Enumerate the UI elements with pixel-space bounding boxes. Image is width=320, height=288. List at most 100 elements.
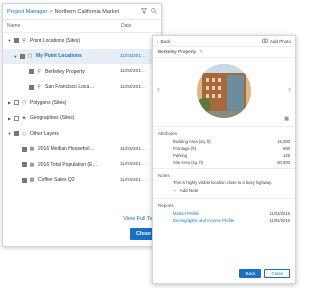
caret-right-icon[interactable]: ▶ bbox=[7, 116, 12, 121]
layer-checkbox[interactable] bbox=[14, 100, 19, 106]
tree-row-total-population[interactable]: ▦ 2016 Total Population (E… 11/03/201… •… bbox=[3, 157, 161, 173]
tree-row-label: Geographies (Sites) bbox=[30, 115, 75, 122]
geography-icon: ◈ bbox=[22, 115, 26, 122]
details-footer: Back Close bbox=[239, 269, 290, 278]
tree-row-label: Berkeley Property bbox=[45, 68, 85, 75]
map-layer-icon: ▦ bbox=[29, 146, 35, 153]
site-title-row: Berkeley Property ✎ bbox=[153, 47, 295, 58]
tree-row-date: 11/03/201… bbox=[120, 177, 146, 183]
attribute-row: Frontage (ft) 600 bbox=[153, 145, 295, 152]
layer-checkbox[interactable] bbox=[20, 53, 25, 59]
report-link[interactable]: Market Profile bbox=[173, 211, 199, 216]
attribute-value: 60,000 bbox=[277, 160, 290, 165]
add-photo-label: Add Photo bbox=[269, 38, 291, 44]
tree-row-coffee-sales[interactable]: ▦ Coffee Sales Q2 11/03/201… ••• bbox=[3, 173, 161, 189]
tree-row-label: San Francisco Loca… bbox=[45, 84, 95, 91]
report-row: Market Profile 11/03/2016 bbox=[153, 210, 295, 217]
layer-checkbox[interactable] bbox=[14, 131, 19, 137]
attribute-name: Parking bbox=[173, 153, 188, 158]
back-button[interactable]: Back bbox=[239, 269, 262, 278]
tree-row-polygons[interactable]: ▶ ⬠ Polygons (Sites) ••• bbox=[3, 95, 161, 111]
caret-down-icon[interactable]: ▼ bbox=[13, 54, 18, 59]
details-toolbar: ‹ Back Add Photo bbox=[153, 36, 295, 47]
tree-row-point-locations[interactable]: ▼ ⚲ Point Locations (Sites) ••• bbox=[3, 33, 161, 49]
breadcrumb-project-manager[interactable]: Project Manager bbox=[7, 9, 47, 15]
back-link[interactable]: ‹ Back bbox=[157, 39, 171, 44]
tree-row-geographies[interactable]: ▶ ◈ Geographies (Sites) ••• bbox=[3, 111, 161, 127]
breadcrumb-separator: > bbox=[49, 8, 53, 15]
tree-row-san-francisco[interactable]: ⚲ San Francisco Loca… 11/03/201… ••• bbox=[3, 80, 161, 96]
close-button[interactable]: Close bbox=[264, 269, 290, 278]
caret-right-icon[interactable]: ▶ bbox=[7, 100, 12, 105]
layer-tree: ▼ ⚲ Point Locations (Sites) ••• ▼ ▢ My P… bbox=[3, 33, 161, 188]
caret-down-icon[interactable]: ▼ bbox=[7, 38, 12, 43]
breadcrumb-current: Northern California Market bbox=[54, 8, 120, 15]
caret-down-icon[interactable]: ▼ bbox=[7, 131, 12, 136]
attributes-heading: Attributes bbox=[158, 131, 178, 136]
map-layer-icon: ▦ bbox=[29, 161, 35, 168]
tree-row-label: 2016 Total Population (E… bbox=[38, 161, 98, 168]
add-note-button[interactable]: + Add Note bbox=[153, 186, 295, 196]
tree-row-label: Other Layers bbox=[30, 130, 59, 137]
site-photo bbox=[197, 64, 251, 118]
filter-icon[interactable] bbox=[141, 7, 147, 16]
attribute-value: 15,000 bbox=[277, 139, 290, 144]
tree-row-my-point-locations[interactable]: ▼ ▢ My Point Locations 11/03/201… ••• bbox=[3, 48, 161, 64]
site-title: Berkeley Property bbox=[158, 49, 197, 55]
tree-row-other-layers[interactable]: ▼ ◇ Other Layers ••• bbox=[3, 126, 161, 142]
pin-icon: ⚲ bbox=[22, 37, 26, 44]
folder-icon: ▢ bbox=[27, 53, 33, 60]
tree-row-date: 11/03/201… bbox=[120, 162, 146, 168]
site-details-panel: ‹ Back Add Photo Berkeley Property ✎ ‹ ›… bbox=[152, 35, 296, 284]
notes-heading: Notes bbox=[158, 173, 170, 178]
tree-row-label: 2016 Median Househol… bbox=[38, 146, 95, 153]
tree-row-median-household[interactable]: ▦ 2016 Median Househol… 11/03/201… ••• bbox=[3, 142, 161, 158]
layers-icon: ◇ bbox=[22, 130, 26, 137]
add-note-label: Add Note bbox=[179, 188, 199, 193]
layer-checkbox[interactable] bbox=[14, 115, 19, 121]
tree-row-label: Polygons (Sites) bbox=[30, 99, 67, 106]
search-icon[interactable] bbox=[151, 7, 157, 16]
report-link[interactable]: Demographic and Income Profile bbox=[173, 218, 234, 223]
back-label: Back bbox=[160, 38, 171, 44]
report-date: 11/03/2016 bbox=[269, 217, 290, 223]
map-layer-icon: ▦ bbox=[29, 177, 35, 184]
camera-icon bbox=[262, 38, 268, 44]
tree-row-date: 11/03/201… bbox=[120, 84, 146, 90]
attribute-row: Parking 125 bbox=[153, 152, 295, 159]
attribute-name: Building Area (sq. ft) bbox=[173, 139, 211, 144]
tree-row-berkeley-property[interactable]: ⚲ Berkeley Property 11/03/201… ••• bbox=[3, 64, 161, 80]
add-photo-button[interactable]: Add Photo bbox=[262, 38, 291, 44]
column-header-row: Name Date bbox=[3, 20, 161, 33]
attribute-row: Site Area (sq. ft) 60,000 bbox=[153, 159, 295, 166]
attribute-value: 600 bbox=[283, 146, 290, 151]
layer-checkbox[interactable] bbox=[22, 162, 27, 168]
tree-row-label: Coffee Sales Q2 bbox=[38, 177, 75, 184]
previous-photo-icon[interactable]: ‹ bbox=[157, 84, 160, 94]
tree-row-label: Point Locations (Sites) bbox=[30, 37, 81, 44]
report-row: Demographic and Income Profile 11/03/201… bbox=[153, 217, 295, 224]
layer-checkbox[interactable] bbox=[14, 38, 19, 44]
layer-checkbox[interactable] bbox=[29, 84, 34, 90]
next-photo-icon[interactable]: › bbox=[288, 84, 291, 94]
attribute-name: Site Area (sq. ft) bbox=[173, 160, 204, 165]
photo-carousel: ‹ › ▦ bbox=[153, 58, 295, 124]
plus-icon: + bbox=[173, 188, 176, 193]
breadcrumb: Project Manager > Northern California Ma… bbox=[3, 4, 161, 20]
layer-checkbox[interactable] bbox=[22, 146, 27, 152]
column-date[interactable]: Date bbox=[121, 23, 157, 29]
report-date: 11/03/2016 bbox=[269, 210, 290, 216]
edit-icon[interactable]: ✎ bbox=[199, 49, 203, 55]
tree-row-date: 11/03/201… bbox=[120, 53, 146, 59]
grid-view-icon[interactable]: ▦ bbox=[284, 116, 289, 122]
pin-icon: ⚲ bbox=[37, 84, 41, 91]
pin-icon: ⚲ bbox=[37, 68, 41, 75]
column-name[interactable]: Name bbox=[7, 23, 121, 29]
layer-checkbox[interactable] bbox=[22, 177, 27, 183]
reports-heading: Reports bbox=[158, 202, 174, 208]
chevron-left-icon: ‹ bbox=[157, 38, 159, 44]
tree-row-date: 11/03/201… bbox=[120, 146, 146, 152]
layer-checkbox[interactable] bbox=[29, 69, 34, 75]
attribute-value: 125 bbox=[283, 153, 290, 158]
tree-row-date: 11/03/201… bbox=[120, 69, 146, 75]
